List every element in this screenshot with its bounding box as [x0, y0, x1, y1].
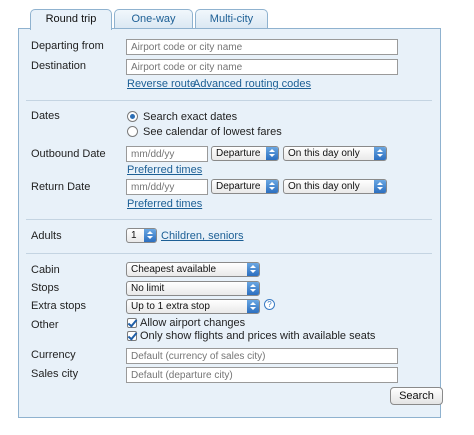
- search-button[interactable]: Search: [390, 387, 443, 405]
- cabin-value: Cheapest available: [131, 264, 217, 275]
- radio-exact-dates[interactable]: [127, 111, 138, 122]
- radio-calendar[interactable]: [127, 126, 138, 137]
- departing-label: Departing from: [31, 40, 104, 52]
- chevron-updown-icon: [144, 229, 156, 242]
- adults-select[interactable]: 1: [126, 228, 157, 243]
- extra-stops-label: Extra stops: [31, 300, 87, 312]
- return-date-label: Return Date: [31, 181, 91, 193]
- destination-field[interactable]: [126, 59, 398, 75]
- exact-dates-label: Search exact dates: [143, 111, 238, 123]
- chevron-updown-icon: [374, 147, 386, 160]
- reverse-route-link[interactable]: Reverse route: [127, 78, 196, 91]
- departing-field[interactable]: [126, 39, 398, 55]
- return-time-type-value: Departure: [216, 181, 261, 192]
- stops-value: No limit: [131, 283, 165, 294]
- extra-stops-select[interactable]: Up to 1 extra stop: [126, 299, 260, 314]
- destination-label: Destination: [31, 60, 87, 72]
- stops-select[interactable]: No limit: [126, 281, 260, 296]
- currency-field[interactable]: [126, 348, 398, 364]
- return-range-select[interactable]: On this day only: [283, 179, 387, 194]
- adults-label: Adults: [31, 230, 62, 242]
- stops-label: Stops: [31, 282, 60, 294]
- only-available-label: Only show flights and prices with availa…: [140, 330, 376, 342]
- outbound-range-value: On this day only: [288, 148, 360, 159]
- only-available-checkbox[interactable]: [127, 331, 137, 341]
- divider: [26, 253, 432, 254]
- adults-value: 1: [131, 230, 137, 241]
- chevron-updown-icon: [374, 180, 386, 193]
- cabin-label: Cabin: [31, 264, 60, 276]
- chevron-updown-icon: [247, 282, 259, 295]
- tab-one-way[interactable]: One-way: [114, 9, 193, 28]
- sales-city-label: Sales city: [31, 368, 79, 380]
- chevron-updown-icon: [247, 263, 259, 276]
- currency-label: Currency: [31, 349, 76, 361]
- allow-airport-changes-checkbox[interactable]: [127, 318, 137, 328]
- outbound-time-type-value: Departure: [216, 148, 261, 159]
- outbound-date-field[interactable]: [126, 146, 208, 162]
- tab-round-trip[interactable]: Round trip: [30, 9, 112, 30]
- return-date-field[interactable]: [126, 179, 208, 195]
- advanced-routing-link[interactable]: Advanced routing codes: [193, 78, 311, 91]
- sales-city-field[interactable]: [126, 367, 398, 383]
- outbound-preferred-times-link[interactable]: Preferred times: [127, 164, 202, 177]
- children-seniors-link[interactable]: Children, seniors: [161, 230, 244, 243]
- divider: [26, 219, 432, 220]
- chevron-updown-icon: [247, 300, 259, 313]
- return-time-type-select[interactable]: Departure: [211, 179, 279, 194]
- outbound-time-type-select[interactable]: Departure: [211, 146, 279, 161]
- return-preferred-times-link[interactable]: Preferred times: [127, 198, 202, 211]
- help-icon[interactable]: ?: [264, 299, 275, 310]
- chevron-updown-icon: [266, 147, 278, 160]
- cabin-select[interactable]: Cheapest available: [126, 262, 260, 277]
- allow-airport-changes-label: Allow airport changes: [140, 317, 246, 329]
- dates-label: Dates: [31, 110, 60, 122]
- other-label: Other: [31, 319, 59, 331]
- outbound-date-label: Outbound Date: [31, 148, 106, 160]
- tab-multi-city[interactable]: Multi-city: [195, 9, 268, 28]
- calendar-label: See calendar of lowest fares: [143, 126, 282, 138]
- return-range-value: On this day only: [288, 181, 360, 192]
- chevron-updown-icon: [266, 180, 278, 193]
- divider: [26, 100, 432, 101]
- outbound-range-select[interactable]: On this day only: [283, 146, 387, 161]
- extra-stops-value: Up to 1 extra stop: [131, 301, 210, 312]
